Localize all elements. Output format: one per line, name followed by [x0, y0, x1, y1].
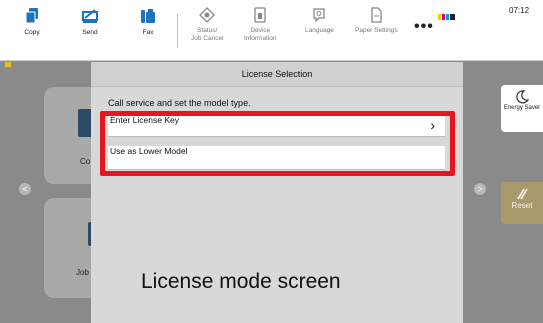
energy-saver-label: Energy Saver — [503, 105, 541, 111]
toner-cyan — [446, 14, 449, 20]
send-label: Send — [82, 29, 98, 36]
moon-icon — [516, 90, 529, 104]
paper-settings-label: Paper Settings — [355, 27, 398, 34]
scroll-left-icon[interactable]: < — [19, 183, 31, 195]
language-icon — [313, 8, 326, 23]
device-info-label-line2: Information — [244, 35, 277, 42]
language-button[interactable]: Language — [305, 6, 334, 35]
scroll-right-icon[interactable]: > — [474, 183, 486, 195]
home-tile-copy-label: Co — [80, 157, 91, 166]
copy-label: Copy — [24, 29, 40, 36]
more-icon[interactable]: ••• — [414, 19, 434, 35]
dialog-title: License Selection — [91, 62, 463, 87]
reset-label: Reset — [511, 201, 533, 210]
dialog-message: Call service and set the model type. — [108, 98, 251, 108]
reset-button[interactable]: Reset — [501, 182, 543, 224]
send-button[interactable]: Send — [80, 6, 100, 37]
send-icon — [82, 9, 98, 23]
toolbar-divider — [177, 14, 178, 48]
fax-icon — [141, 9, 155, 23]
toner-yellow — [438, 14, 441, 20]
energy-saver-button[interactable]: Energy Saver — [501, 85, 543, 132]
toner-level-indicator — [438, 7, 456, 25]
screen-caption: License mode screen — [141, 270, 341, 293]
device-information-button[interactable]: Device Information — [244, 6, 277, 43]
paper-settings-icon — [371, 7, 382, 23]
status-label-line1: Status/ — [197, 27, 218, 34]
toner-black — [450, 14, 455, 20]
copy-button[interactable]: Copy — [22, 6, 42, 37]
toner-magenta — [442, 14, 445, 20]
status-label-line2: Job Cancel — [191, 35, 224, 42]
notification-mark — [5, 62, 11, 67]
highlight-box — [100, 111, 455, 176]
status-icon — [199, 7, 216, 23]
home-tile-job-box-label: Job — [76, 268, 89, 277]
paper-settings-button[interactable]: Paper Settings — [355, 6, 398, 35]
clock: 07:12 — [509, 6, 530, 15]
top-toolbar: Copy Send Fax Status/ Job Cancel Device — [0, 0, 543, 61]
reset-icon — [517, 188, 528, 200]
fax-label: Fax — [142, 29, 154, 36]
device-info-icon — [254, 7, 266, 23]
copy-icon — [25, 8, 38, 24]
device-info-label-line1: Device — [250, 27, 271, 34]
status-job-cancel-button[interactable]: Status/ Job Cancel — [191, 6, 224, 43]
fax-button[interactable]: Fax — [138, 6, 158, 37]
language-label: Language — [305, 27, 334, 34]
